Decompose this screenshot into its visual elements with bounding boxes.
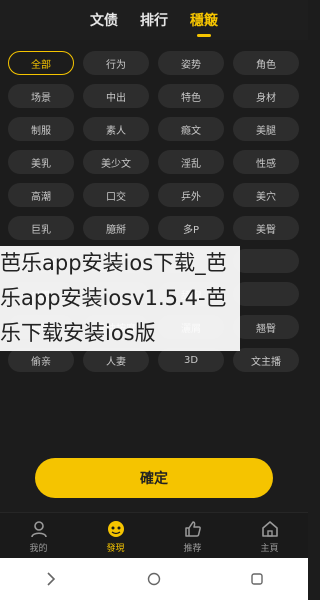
tag-chip[interactable]: 姿势 [158,51,224,75]
confirm-label: 確定 [140,471,168,487]
tag-chip[interactable]: 3D [158,348,224,372]
tag-chip[interactable]: 素人 [83,117,149,141]
tag-chip[interactable]: 美乳 [8,150,74,174]
tag-chip[interactable]: 美穴 [233,183,299,207]
tag-chip[interactable]: 美腿 [233,117,299,141]
tag-chip[interactable]: 翘臀 [233,315,299,339]
circle-home-icon [147,572,161,586]
tag-chip[interactable]: 口交 [83,183,149,207]
tab-filter[interactable]: 穩簸 [190,10,218,37]
tag-chip[interactable]: 场景 [8,84,74,108]
tag-chip[interactable]: 人妻 [83,348,149,372]
tag-chip[interactable]: 美少文 [83,150,149,174]
tag-chip[interactable]: 中出 [83,84,149,108]
system-back-button[interactable] [39,567,63,591]
home-icon [261,520,278,537]
tag-chip[interactable]: 乒外 [158,183,224,207]
tag-chip[interactable]: 文主播 [233,348,299,372]
tab-ranking[interactable]: 排行 [140,10,168,30]
tag-chip[interactable] [233,249,299,273]
title-overlay: 芭乐app安装ios下载_芭乐app安装iosv1.5.4-芭乐下载安装ios版 [0,246,240,351]
tag-chip[interactable]: 淫乱 [158,150,224,174]
chevron-left-icon [47,572,56,586]
nav-item-discover[interactable]: 發現 [86,519,146,554]
header-tabs: 文债 排行 穩簸 [0,0,308,40]
tag-chip[interactable]: 巨乳 [8,216,74,240]
tag-chip[interactable]: 偷亲 [8,348,74,372]
nav-item-mine[interactable]: 我的 [9,519,69,554]
confirm-button[interactable]: 確定 [35,458,273,498]
tag-chip[interactable]: 身材 [233,84,299,108]
tag-chip[interactable]: 瘾文 [158,117,224,141]
nav-label-mine: 我的 [29,543,48,554]
nav-label-recommend: 推荐 [183,543,202,554]
tag-chip[interactable]: 制服 [8,117,74,141]
nav-item-home[interactable]: 主頁 [240,519,300,554]
tag-chip[interactable]: 全部 [8,51,74,75]
tag-chip[interactable]: 特色 [158,84,224,108]
nav-item-recommend[interactable]: 推荐 [163,519,223,554]
thumbs-up-icon [184,520,201,537]
square-recents-icon [250,573,263,585]
tag-chip[interactable]: 美臀 [233,216,299,240]
system-nav-bar [0,558,308,600]
tag-chip[interactable]: 多P [158,216,224,240]
tag-chip[interactable]: 臆掰 [83,216,149,240]
tag-chip[interactable] [233,282,299,306]
discover-icon [107,520,124,537]
nav-label-home: 主頁 [260,543,279,554]
tag-chip[interactable]: 行为 [83,51,149,75]
tag-chip[interactable]: 角色 [233,51,299,75]
tab-wen[interactable]: 文债 [90,10,118,30]
system-recents-button[interactable] [245,567,269,591]
user-icon [30,520,47,537]
tag-chip[interactable]: 性感 [233,150,299,174]
nav-label-discover: 發現 [106,543,125,554]
tag-chip[interactable]: 高潮 [8,183,74,207]
system-home-button[interactable] [142,567,166,591]
bottom-nav: 我的 發現 推荐 主頁 [0,512,308,559]
